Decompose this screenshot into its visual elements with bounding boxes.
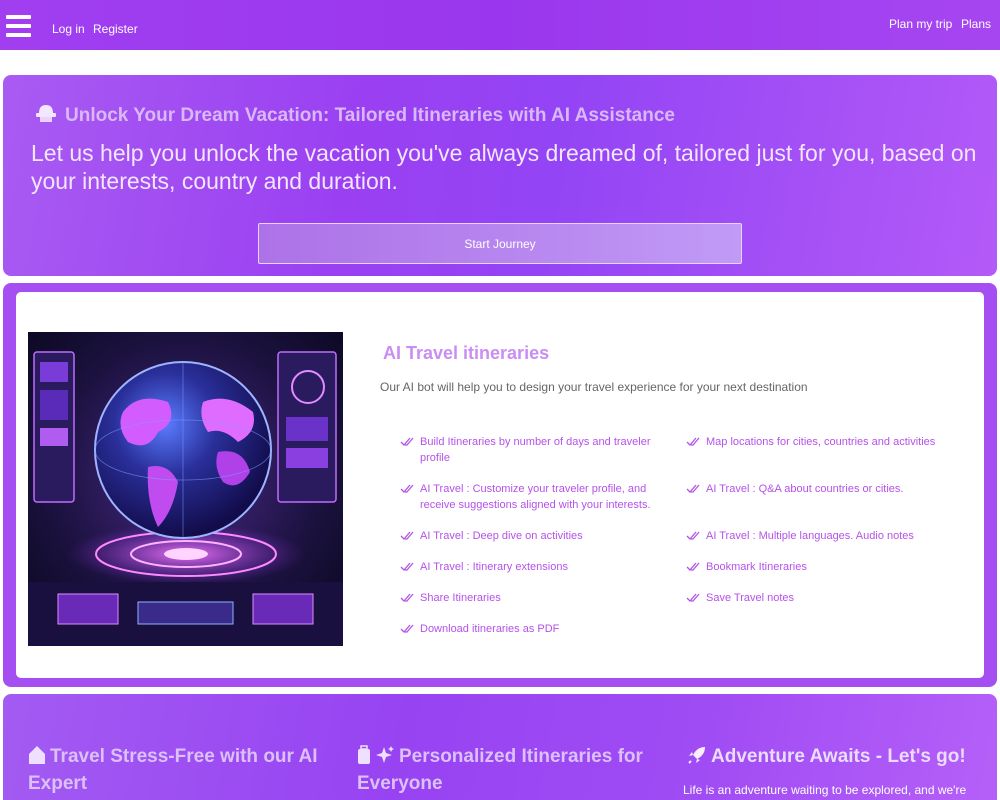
feature-item-share: Share Itineraries [400, 590, 660, 608]
feature-item-extensions: AI Travel : Itinerary extensions [400, 559, 660, 577]
benefit-text-adventure: Life is an adventure waiting to be explo… [683, 783, 967, 797]
feature-item-text: Build Itineraries by number of days and … [420, 436, 651, 464]
hero-title-text: Unlock Your Dream Vacation: Tailored Iti… [65, 105, 675, 126]
double-check-icon [400, 530, 414, 546]
feature-item-bookmark: Bookmark Itineraries [686, 559, 966, 577]
benefit-title-personalized: Personalized Itineraries for Everyone [357, 745, 657, 796]
benefit-title-text: Adventure Awaits - Let's go! [711, 746, 966, 767]
feature-item-text: AI Travel : Q&A about countries or citie… [706, 483, 904, 495]
start-journey-button[interactable]: Start Journey [258, 223, 742, 264]
plans-link[interactable]: Plans [961, 17, 991, 31]
feature-item-map-locations: Map locations for cities, countries and … [686, 434, 966, 452]
double-check-icon [686, 561, 700, 577]
plan-my-trip-link[interactable]: Plan my trip [889, 17, 952, 31]
feature-item-customize-profile: AI Travel : Customize your traveler prof… [400, 481, 660, 513]
benefits-section: Travel Stress-Free with our AI Expert Pe… [3, 694, 997, 800]
double-check-icon [400, 592, 414, 608]
benefit-title-text: Personalized Itineraries for Everyone [357, 746, 643, 794]
feature-item-save-notes: Save Travel notes [686, 590, 966, 608]
hero-title: Unlock Your Dream Vacation: Tailored Iti… [35, 103, 675, 129]
features-card: AI Travel itineraries Our AI bot will he… [16, 292, 984, 678]
features-section: AI Travel itineraries Our AI bot will he… [3, 283, 997, 687]
hat-icon [35, 103, 57, 129]
feature-item-text: Share Itineraries [420, 592, 501, 604]
navbar: Log in Register Plan my trip Plans [0, 0, 1000, 50]
feature-item-text: Map locations for cities, countries and … [706, 436, 936, 448]
features-title: AI Travel itineraries [383, 343, 550, 363]
feature-item-build-itineraries: Build Itineraries by number of days and … [400, 434, 660, 466]
sparkles-icon [375, 745, 395, 772]
feature-item-download-pdf: Download itineraries as PDF [400, 621, 660, 639]
benefit-title-adventure: Adventure Awaits - Let's go! [687, 745, 987, 772]
feature-item-text: AI Travel : Itinerary extensions [420, 561, 568, 573]
feature-item-languages: AI Travel : Multiple languages. Audio no… [686, 528, 966, 546]
feature-item-text: AI Travel : Customize your traveler prof… [420, 483, 651, 511]
ai-globe-image [28, 332, 343, 646]
hero-subtitle: Let us help you unlock the vacation you'… [31, 140, 977, 194]
feature-item-text: Bookmark Itineraries [706, 561, 807, 573]
double-check-icon [400, 483, 414, 499]
double-check-icon [686, 592, 700, 608]
benefit-title-text: Travel Stress-Free with our AI Expert [28, 746, 318, 794]
login-link[interactable]: Log in [52, 22, 85, 36]
double-check-icon [400, 436, 414, 452]
benefit-title-stress-free: Travel Stress-Free with our AI Expert [28, 745, 328, 796]
register-link[interactable]: Register [93, 22, 138, 36]
feature-item-text: AI Travel : Deep dive on activities [420, 530, 583, 542]
feature-item-text: Download itineraries as PDF [420, 623, 560, 635]
features-subtitle: Our AI bot will help you to design your … [380, 380, 808, 394]
double-check-icon [686, 436, 700, 452]
feature-item-deep-dive: AI Travel : Deep dive on activities [400, 528, 660, 546]
feature-item-text: Save Travel notes [706, 592, 795, 604]
feature-item-text: AI Travel : Multiple languages. Audio no… [706, 530, 914, 542]
double-check-icon [686, 483, 700, 499]
double-check-icon [400, 561, 414, 577]
double-check-icon [400, 623, 414, 639]
hero-section: Unlock Your Dream Vacation: Tailored Iti… [3, 75, 997, 276]
rocket-icon [687, 745, 707, 772]
hamburger-menu-icon[interactable] [6, 15, 31, 39]
feature-item-qa: AI Travel : Q&A about countries or citie… [686, 481, 966, 499]
luggage-icon [357, 745, 371, 772]
house-icon [28, 745, 46, 772]
double-check-icon [686, 530, 700, 546]
